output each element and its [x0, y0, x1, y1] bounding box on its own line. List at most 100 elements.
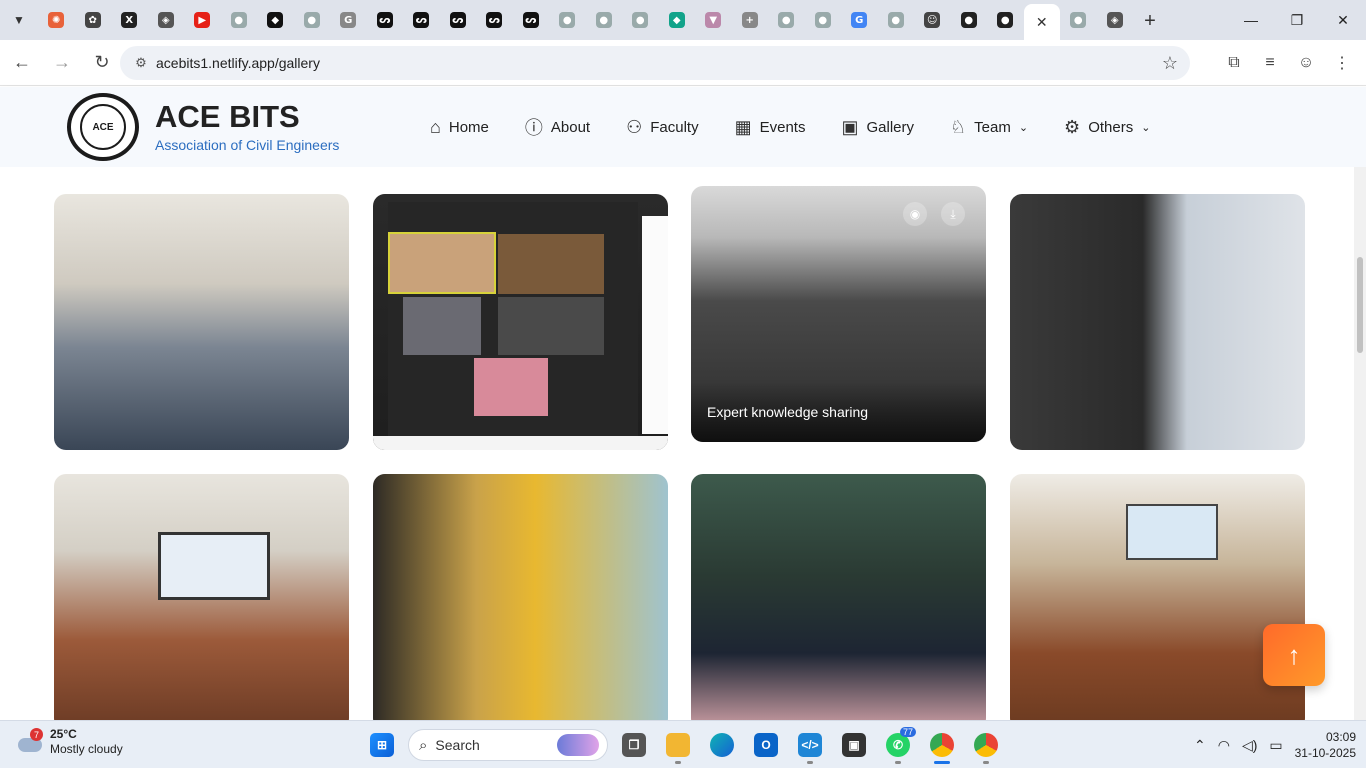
extensions-icon[interactable]: ⧉ — [1216, 45, 1252, 81]
browser-tab[interactable]: ▼ — [695, 4, 732, 36]
clock[interactable]: 03:09 31-10-2025 — [1295, 729, 1356, 761]
browser-tab[interactable]: ✺ — [38, 4, 75, 36]
media-control-icon[interactable]: ≡ — [1252, 45, 1288, 81]
download-icon[interactable]: ⤓ — [941, 202, 965, 226]
address-bar[interactable]: ⚙ acebits1.netlify.app/gallery ☆ — [120, 46, 1190, 80]
view-eye-icon[interactable]: ◉ — [903, 202, 927, 226]
taskbar-search[interactable]: ⌕ Search — [408, 729, 608, 761]
browser-tab[interactable]: ◆ — [659, 4, 696, 36]
meeting-taskbar — [373, 436, 668, 450]
participant-tile — [474, 358, 548, 416]
browser-tab[interactable]: ● — [987, 4, 1024, 36]
vscode-button[interactable]: </> — [790, 725, 830, 765]
vscode-icon: </> — [798, 733, 822, 757]
gallery-card[interactable] — [373, 474, 668, 720]
scroll-to-top-button[interactable]: ↑ — [1263, 624, 1325, 686]
browser-tab[interactable]: G — [330, 4, 367, 36]
app-box-button[interactable]: ▣ — [834, 725, 874, 765]
browser-tab[interactable]: ◈ — [148, 4, 185, 36]
globe-icon: ● — [814, 12, 831, 28]
battery-icon[interactable]: ▭ — [1269, 737, 1282, 754]
profile-avatar[interactable]: ☺ — [1288, 45, 1324, 81]
page-scrollbar[interactable] — [1354, 167, 1366, 720]
info-icon: ⓘ — [524, 118, 543, 138]
minimize-button[interactable]: — — [1228, 0, 1274, 40]
gallery-card[interactable] — [1010, 474, 1305, 720]
ace-logo[interactable]: ACE — [67, 93, 139, 161]
browser-tab[interactable]: ● — [221, 4, 258, 36]
browser-tab[interactable]: ◆ — [257, 4, 294, 36]
tab-search-button[interactable]: ▼ — [0, 0, 38, 40]
nav-team[interactable]: ♘ Team ⌄ — [950, 117, 1028, 138]
volume-icon[interactable]: ◁) — [1242, 737, 1257, 754]
snake-icon: ᔕ — [449, 12, 466, 28]
browser-tab[interactable]: ● — [549, 4, 586, 36]
nav-about[interactable]: ⓘ About — [525, 114, 590, 140]
browser-tab[interactable]: ● — [951, 4, 988, 36]
nav-gallery[interactable]: ▣ Gallery — [841, 117, 914, 138]
participant-tile — [498, 297, 604, 355]
site-info-icon[interactable]: ⚙ — [126, 55, 156, 71]
browser-menu-icon[interactable]: ⋮ — [1324, 45, 1360, 81]
browser-tab[interactable]: ✿ — [75, 4, 112, 36]
back-button[interactable]: ← — [4, 45, 40, 81]
close-tab-icon[interactable]: ✕ — [1036, 14, 1048, 31]
weather-widget[interactable]: 7 25°C Mostly cloudy — [14, 727, 123, 757]
browser-tab[interactable]: ᔕ — [367, 4, 404, 36]
site-title[interactable]: ACE BITS — [155, 101, 339, 133]
chrome-button[interactable] — [922, 725, 962, 765]
start-button[interactable]: ⊞ — [362, 725, 402, 765]
browser-tab-active[interactable]: ✕ — [1023, 4, 1060, 40]
gallery-card[interactable] — [691, 474, 986, 720]
nav-home[interactable]: ⌂ Home — [430, 117, 489, 138]
temperature: 25°C — [50, 727, 77, 741]
cloud-icon: 7 — [14, 728, 44, 756]
nav-others[interactable]: ⚙ Others ⌄ — [1064, 117, 1150, 138]
whatsapp-button[interactable]: ✆ 77 — [878, 725, 918, 765]
browser-tab[interactable]: ● — [878, 4, 915, 36]
browser-tab[interactable]: ● — [622, 4, 659, 36]
gallery-card[interactable] — [1010, 194, 1305, 450]
close-window-button[interactable]: ✕ — [1320, 0, 1366, 40]
url-text[interactable]: acebits1.netlify.app/gallery — [156, 55, 320, 71]
date: 31-10-2025 — [1294, 746, 1356, 760]
gallery-card[interactable] — [373, 194, 668, 450]
browser-tab[interactable]: ☺ — [914, 4, 951, 36]
edge-button[interactable] — [702, 725, 742, 765]
browser-tab[interactable]: ● — [586, 4, 623, 36]
browser-tab[interactable]: ● — [1060, 4, 1097, 36]
browser-tab[interactable]: ᔕ — [513, 4, 550, 36]
browser-tab[interactable]: + — [732, 4, 769, 36]
nav-events[interactable]: ▦ Events — [735, 117, 806, 138]
browser-tab[interactable]: ᔕ — [403, 4, 440, 36]
google-icon: G — [340, 12, 357, 28]
browser-tab[interactable]: G — [841, 4, 878, 36]
meeting-side-panel — [642, 216, 668, 434]
browser-tab[interactable]: ▶ — [184, 4, 221, 36]
wifi-icon[interactable]: ◠ — [1218, 737, 1230, 754]
browser-tab[interactable]: ᔕ — [476, 4, 513, 36]
scrollbar-thumb[interactable] — [1357, 257, 1363, 353]
forward-button[interactable]: → — [44, 45, 80, 81]
browser-tab[interactable]: ᔕ — [440, 4, 477, 36]
gallery-card[interactable] — [54, 474, 349, 720]
bookmark-star-icon[interactable]: ☆ — [1162, 53, 1178, 74]
chrome-profile-button[interactable] — [966, 725, 1006, 765]
browser-tab[interactable]: ◈ — [1097, 4, 1134, 36]
gallery-card-hovered[interactable]: ◉ ⤓ Expert knowledge sharing — [691, 186, 986, 442]
new-tab-button[interactable]: + — [1133, 5, 1167, 37]
chevron-up-icon[interactable]: ⌃ — [1194, 737, 1206, 754]
browser-tab[interactable]: X — [111, 4, 148, 36]
nav-faculty[interactable]: ⚇ Faculty — [626, 117, 699, 138]
reload-button[interactable]: ↻ — [84, 45, 120, 81]
maximize-button[interactable]: ❐ — [1274, 0, 1320, 40]
file-explorer-button[interactable] — [658, 725, 698, 765]
outlook-button[interactable]: O — [746, 725, 786, 765]
gallery-card[interactable] — [54, 194, 349, 450]
snake-icon: ᔕ — [376, 12, 393, 28]
browser-tab[interactable]: ● — [768, 4, 805, 36]
task-view-button[interactable]: ❐ — [614, 725, 654, 765]
browser-tab[interactable]: ● — [805, 4, 842, 36]
users-icon: ⚇ — [626, 116, 643, 137]
browser-tab[interactable]: ● — [294, 4, 331, 36]
